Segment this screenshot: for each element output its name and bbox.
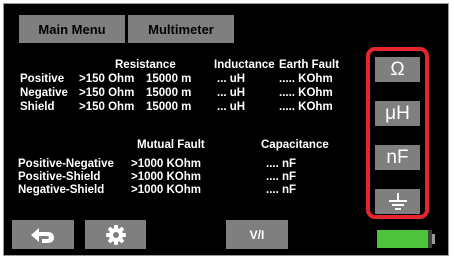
mutual-fault-value: >1000 KOhm (131, 171, 201, 183)
mutual-fault-value: >1000 KOhm (131, 184, 201, 196)
ground-icon (387, 192, 409, 212)
ohm-mode-button[interactable]: Ω (375, 57, 420, 82)
row-label: Shield (20, 101, 55, 113)
mutual-fault-value: >1000 KOhm (131, 158, 201, 170)
distance-value: 15000 m (146, 73, 192, 85)
row-label: Positive-Shield (18, 171, 101, 183)
capacitance-value: .... nF (266, 171, 297, 183)
row-label: Negative-Shield (18, 184, 105, 196)
battery-indicator (377, 230, 435, 248)
earth-fault-value: ..... KOhm (279, 87, 333, 99)
nanofarad-icon: nF (386, 146, 409, 168)
nanofarad-mode-button[interactable]: nF (375, 145, 420, 170)
earth-fault-mode-button[interactable] (375, 189, 420, 214)
microhenry-icon: μH (385, 102, 410, 124)
inductance-value: ... uH (217, 87, 246, 99)
gear-icon (105, 224, 127, 246)
inductance-header: Inductance (214, 59, 275, 71)
microhenry-mode-button[interactable]: μH (375, 101, 420, 126)
voltage-current-button[interactable]: V/I (226, 220, 288, 249)
distance-value: 15000 m (146, 101, 192, 113)
earth-fault-value: ..... KOhm (279, 73, 333, 85)
back-button[interactable] (12, 220, 74, 249)
capacitance-value: .... nF (266, 184, 297, 196)
row-label: Positive (20, 73, 65, 85)
settings-button[interactable] (85, 220, 146, 249)
inductance-value: ... uH (217, 73, 246, 85)
mutual-fault-header: Mutual Fault (137, 139, 205, 151)
resistance-value: >150 Ohm (79, 73, 135, 85)
row-label: Negative (20, 87, 68, 99)
multimeter-screen: Main Menu Multimeter Resistance Inductan… (3, 3, 449, 256)
vi-label: V/I (249, 227, 265, 242)
resistance-value: >150 Ohm (79, 87, 135, 99)
capacitance-header: Capacitance (261, 139, 329, 151)
earth-fault-header: Earth Fault (279, 59, 340, 71)
battery-tip (432, 234, 435, 244)
battery-level-fill (377, 230, 428, 248)
tab-multimeter[interactable]: Multimeter (128, 15, 234, 43)
row-label: Positive-Negative (18, 158, 114, 170)
mode-selector-highlight: Ω μH nF (366, 47, 429, 219)
capacitance-value: .... nF (266, 158, 297, 170)
distance-value: 15000 m (146, 87, 192, 99)
ohm-icon: Ω (390, 58, 405, 80)
earth-fault-value: ..... KOhm (279, 101, 333, 113)
inductance-value: ... uH (217, 101, 246, 113)
back-arrow-icon (28, 225, 58, 245)
resistance-value: >150 Ohm (79, 101, 135, 113)
tab-main-menu[interactable]: Main Menu (19, 15, 125, 43)
resistance-header: Resistance (115, 59, 176, 71)
